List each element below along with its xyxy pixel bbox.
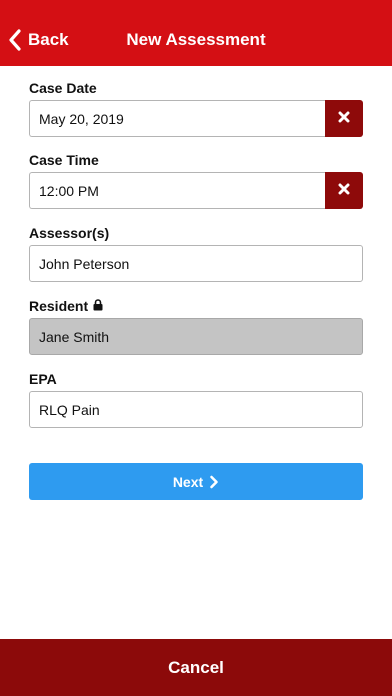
case-time-label: Case Time <box>29 152 99 168</box>
epa-label: EPA <box>29 371 57 387</box>
next-label: Next <box>172 473 204 490</box>
assessment-form: Case Date Case Time Assessor(s) <box>29 78 363 442</box>
resident-input <box>29 318 363 355</box>
times-icon <box>338 182 350 200</box>
case-date-field: Case Date <box>29 78 363 150</box>
app-header: Back New Assessment <box>0 0 392 66</box>
case-date-row <box>29 100 363 137</box>
case-time-field: Case Time <box>29 150 363 223</box>
resident-label-row: Resident <box>29 296 363 316</box>
case-date-input[interactable] <box>29 100 325 137</box>
lock-icon <box>93 298 103 314</box>
epa-input[interactable] <box>29 391 363 428</box>
assessors-field: Assessor(s) <box>29 223 363 296</box>
case-time-input[interactable] <box>29 172 325 209</box>
epa-row <box>29 391 363 428</box>
cancel-label: Cancel <box>168 657 224 677</box>
next-button[interactable]: Next <box>29 463 363 500</box>
times-icon <box>338 110 350 128</box>
case-time-row <box>29 172 363 209</box>
resident-row <box>29 318 363 355</box>
clear-case-date-button[interactable] <box>325 100 363 137</box>
cancel-button[interactable]: Cancel <box>0 639 392 696</box>
chevron-right-icon <box>203 475 219 489</box>
clear-case-time-button[interactable] <box>325 172 363 209</box>
epa-field: EPA <box>29 369 363 442</box>
resident-label: Resident <box>29 298 89 314</box>
resident-field: Resident <box>29 296 363 369</box>
page-title: New Assessment <box>126 30 266 49</box>
case-date-label: Case Date <box>29 80 97 96</box>
assessors-row <box>29 245 363 282</box>
assessors-label: Assessor(s) <box>29 225 110 241</box>
assessors-input[interactable] <box>29 245 363 282</box>
